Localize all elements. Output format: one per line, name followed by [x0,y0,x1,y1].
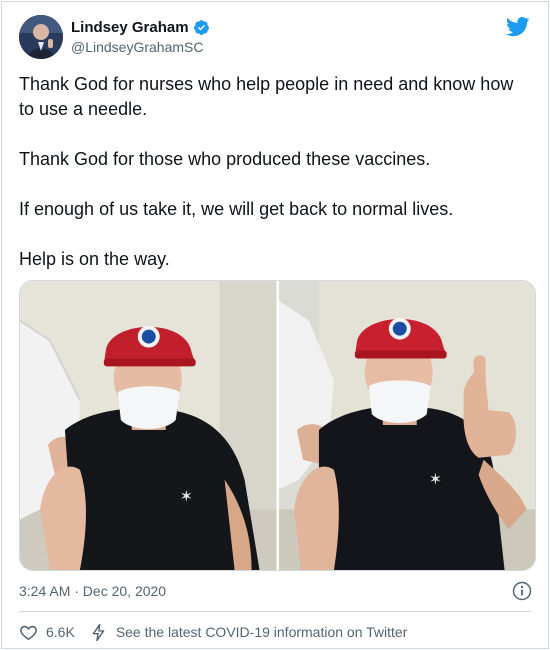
tweet-actions: 6.6K See the latest COVID-19 information… [19,621,532,643]
divider [19,611,532,612]
tweet-header: Lindsey Graham @LindseyGrahamSC [19,15,534,63]
avatar[interactable] [19,15,63,59]
svg-text:✶: ✶ [428,470,441,489]
tweet-meta: 3:24 AM · Dec 20, 2020 [19,580,532,602]
author-display-name[interactable]: Lindsey Graham [71,19,189,36]
verified-badge-icon [193,19,210,36]
author-names: Lindsey Graham @LindseyGrahamSC [71,19,210,55]
tweet-paragraph: If enough of us take it, we will get bac… [19,199,454,219]
svg-text:✶: ✶ [180,487,193,506]
author-handle[interactable]: @LindseyGrahamSC [71,39,210,55]
like-count: 6.6K [46,624,75,640]
tweet-text: Thank God for nurses who help people in … [19,72,531,272]
tweet-media: ✶ ✶ [19,280,536,571]
lightning-icon [92,623,105,641]
photo-vaccination[interactable]: ✶ [20,281,277,570]
photo-thumbs-up[interactable]: ✶ [278,281,535,570]
tweet-paragraph: Thank God for those who produced these v… [19,149,431,169]
heart-icon [20,625,37,640]
tweet-paragraph: Thank God for nurses who help people in … [19,74,514,119]
tweet-timestamp[interactable]: 3:24 AM · Dec 20, 2020 [19,583,166,599]
tweet-card: Lindsey Graham @LindseyGrahamSC Thank Go… [1,1,549,649]
covid-info-text: See the latest COVID-19 information on T… [115,624,408,640]
info-icon[interactable] [512,581,532,601]
tweet-paragraph: Help is on the way. [19,249,170,269]
covid-info-link[interactable]: See the latest COVID-19 information on T… [89,623,408,642]
twitter-bird-icon[interactable] [505,17,530,37]
like-button[interactable]: 6.6K [19,623,75,642]
